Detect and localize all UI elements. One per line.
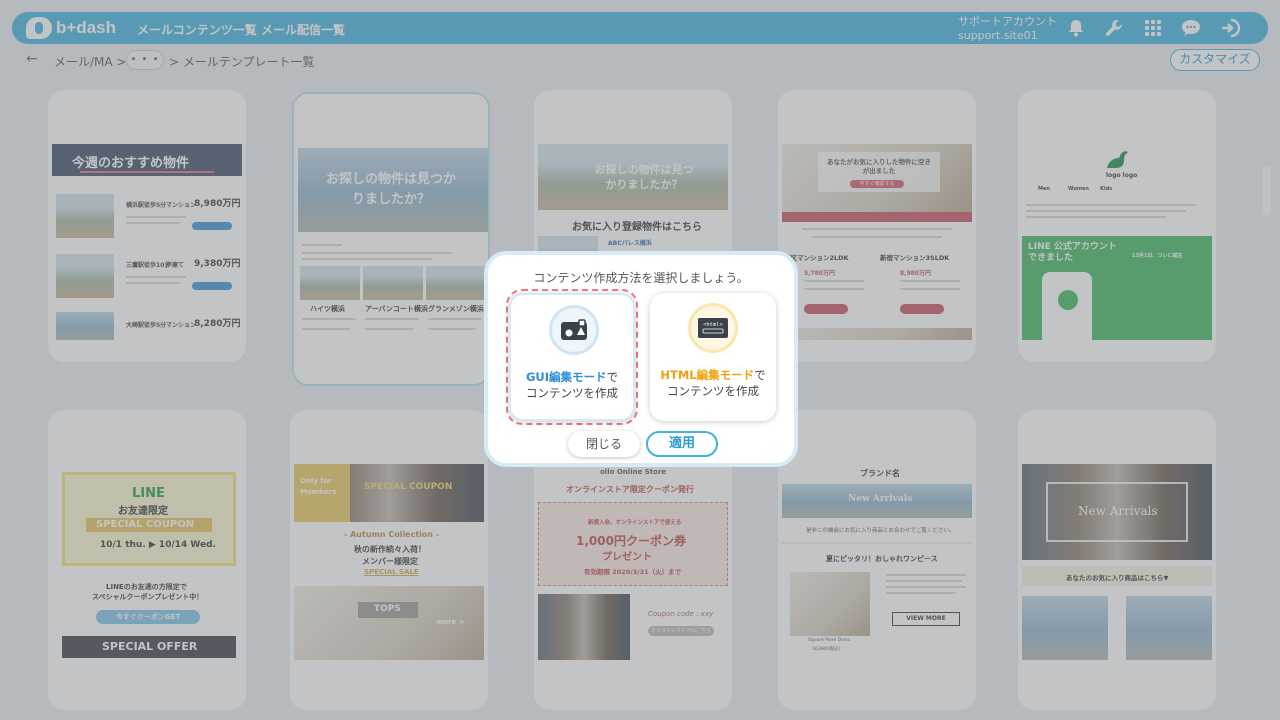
gui-edit-mode-option[interactable]: GUI編集モードで コンテンツを作成 [509, 293, 635, 421]
gui-option-label: GUI編集モードで コンテンツを作成 [511, 369, 633, 401]
html-edit-mode-option[interactable]: <html> HTML編集モードで コンテンツを作成 [650, 293, 776, 421]
html-option-subtext: コンテンツを作成 [667, 384, 759, 398]
page-scrollbar-thumb[interactable] [1263, 166, 1271, 216]
gui-editor-icon [549, 305, 599, 355]
html-mode-suffix: で [754, 368, 766, 382]
gui-mode-name: GUI編集モード [525, 370, 607, 384]
html-mode-name: HTML編集モード [660, 368, 755, 382]
html-icon-text: <html> [703, 322, 724, 328]
close-button[interactable]: 閉じる [568, 431, 640, 457]
dialog-title: コンテンツ作成方法を選択しましょう。 [533, 271, 749, 285]
html-code-icon: <html> [688, 303, 738, 353]
content-creation-dialog: コンテンツ作成方法を選択しましょう。 GUI編集モードで コンテンツを作成 <h… [484, 251, 798, 467]
gui-mode-suffix: で [606, 370, 619, 384]
apply-button[interactable]: 適用 [646, 431, 718, 457]
gui-option-subtext: コンテンツを作成 [526, 386, 618, 400]
html-option-label: HTML編集モードで コンテンツを作成 [650, 367, 776, 399]
